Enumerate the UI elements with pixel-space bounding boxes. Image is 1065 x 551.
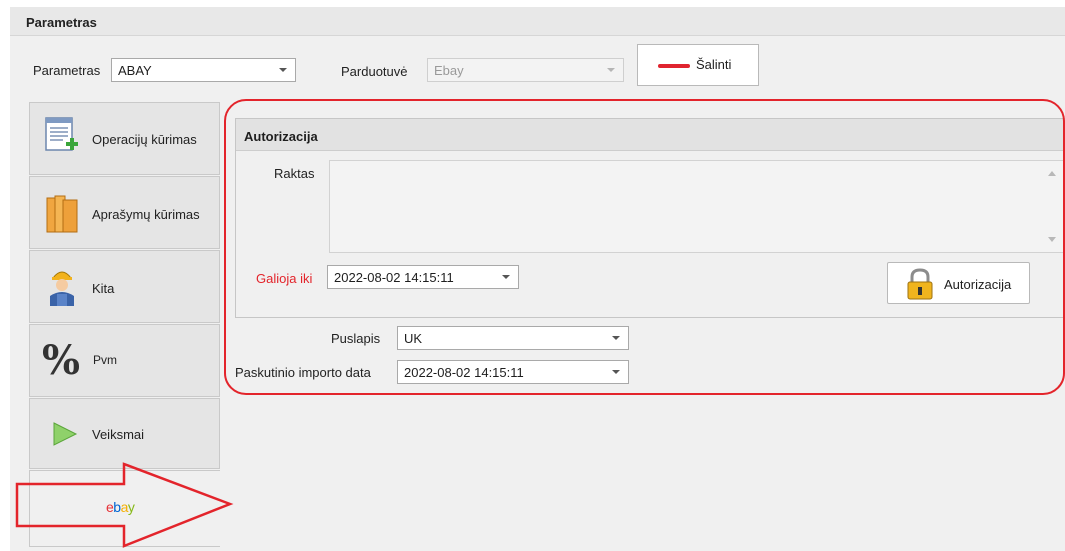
galioja-iki-label: Galioja iki	[256, 271, 313, 286]
chevron-down-icon	[612, 336, 620, 340]
scroll-up-icon[interactable]	[1048, 171, 1056, 176]
remove-button[interactable]: Šalinti	[637, 44, 759, 86]
chevron-down-icon	[607, 68, 615, 72]
panel-title-bar: Parametras	[10, 7, 1065, 36]
tab-label: Aprašymų kūrimas	[92, 207, 200, 222]
authorize-button-label: Autorizacija	[944, 277, 1012, 292]
document-add-icon	[45, 117, 79, 158]
parametras-select[interactable]: ABAY	[111, 58, 296, 82]
worker-icon	[47, 266, 77, 309]
tab-kita[interactable]: Kita	[29, 250, 220, 323]
authorization-group-title: Autorizacija	[244, 129, 318, 144]
svg-text:%: %	[42, 339, 80, 379]
panel-title: Parametras	[26, 15, 97, 30]
parduotuve-select[interactable]: Ebay	[427, 58, 624, 82]
remove-button-label: Šalinti	[696, 57, 732, 72]
tab-pvm[interactable]: % Pvm	[29, 324, 220, 397]
galioja-iki-value: 2022-08-02 14:15:11	[334, 270, 454, 285]
paskutinio-importo-datepicker[interactable]: 2022-08-02 14:15:11	[397, 360, 629, 384]
play-icon	[52, 421, 78, 450]
raktas-label: Raktas	[274, 166, 315, 181]
percent-icon: %	[42, 337, 86, 384]
parametras-label: Parametras	[33, 63, 101, 78]
scroll-down-icon[interactable]	[1048, 237, 1056, 242]
puslapis-value: UK	[404, 331, 423, 346]
parametras-value: ABAY	[118, 63, 152, 78]
chevron-down-icon	[612, 370, 620, 374]
paskutinio-importo-value: 2022-08-02 14:15:11	[404, 365, 524, 380]
puslapis-select[interactable]: UK	[397, 326, 629, 350]
lock-icon	[904, 268, 936, 303]
raktas-textarea[interactable]	[329, 160, 1065, 253]
tab-label: Operacijų kūrimas	[92, 132, 197, 147]
tab-veiksmai[interactable]: Veiksmai	[29, 398, 220, 469]
galioja-iki-datepicker[interactable]: 2022-08-02 14:15:11	[327, 265, 519, 289]
tab-label: Pvm	[93, 353, 117, 367]
books-icon	[45, 194, 79, 237]
chevron-down-icon	[502, 275, 510, 279]
authorization-group-header: Autorizacija	[236, 119, 1064, 151]
puslapis-label: Puslapis	[331, 331, 381, 346]
parduotuve-label: Parduotuvė	[341, 64, 408, 79]
paskutinio-importo-label: Paskutinio importo data	[235, 365, 371, 380]
authorize-button[interactable]: Autorizacija	[887, 262, 1030, 304]
tab-aprasymu-kurimas[interactable]: Aprašymų kūrimas	[29, 176, 220, 249]
minus-icon	[658, 64, 690, 68]
arrow-annotation-icon	[14, 462, 236, 551]
tab-operaciju-kurimas[interactable]: Operacijų kūrimas	[29, 102, 220, 175]
tab-label: Veiksmai	[92, 427, 145, 442]
chevron-down-icon	[279, 68, 287, 72]
parduotuve-value: Ebay	[434, 63, 464, 78]
tab-label: Kita	[92, 281, 115, 296]
